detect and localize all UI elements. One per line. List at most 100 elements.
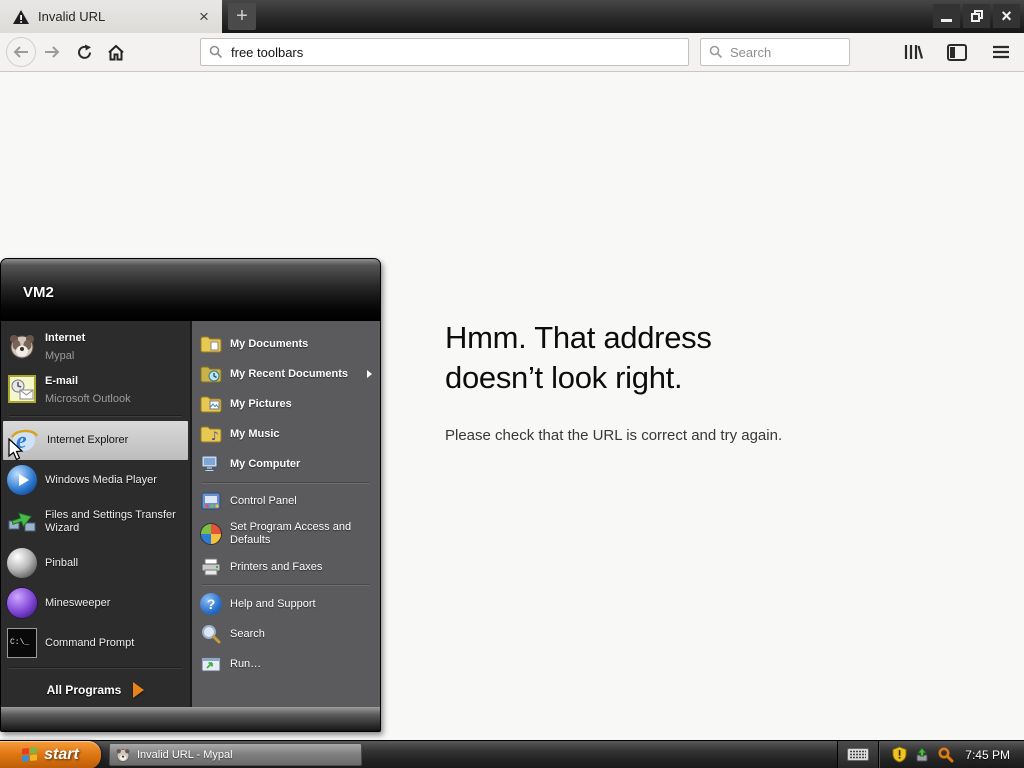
minimize-icon bbox=[941, 18, 952, 22]
safely-remove-hardware-icon[interactable] bbox=[914, 746, 930, 763]
back-button[interactable] bbox=[6, 37, 36, 67]
search-icon bbox=[709, 45, 723, 59]
minimize-button[interactable] bbox=[933, 4, 960, 28]
taskbar-clock: 7:45 PM bbox=[965, 747, 1010, 762]
command-prompt-icon: C:\_ bbox=[7, 627, 37, 658]
sidebar-icon bbox=[947, 43, 967, 61]
start-item-email[interactable]: E-mail Microsoft Outlook bbox=[1, 368, 190, 411]
taskbar: start Invalid URL - Mypal 7:45 PM bbox=[0, 740, 1024, 768]
start-item-transfer-wizard[interactable]: Files and Settings Transfer Wizard bbox=[1, 500, 190, 543]
system-tray: 7:45 PM bbox=[837, 740, 1024, 768]
restore-icon bbox=[970, 10, 983, 22]
mypal-icon bbox=[10, 335, 34, 359]
svg-text:♪: ♪ bbox=[211, 429, 219, 443]
warning-icon bbox=[13, 9, 29, 24]
hamburger-menu-icon bbox=[993, 45, 1009, 59]
separator bbox=[9, 414, 182, 417]
separator bbox=[202, 584, 370, 586]
minesweeper-icon bbox=[7, 587, 37, 618]
start-item-control-panel[interactable]: Control Panel bbox=[192, 487, 380, 515]
user-name: VM2 bbox=[23, 283, 54, 301]
url-input-value: free toolbars bbox=[231, 44, 304, 60]
start-item-command-prompt[interactable]: C:\_ Command Prompt bbox=[1, 623, 190, 663]
start-item-minesweeper[interactable]: Minesweeper bbox=[1, 583, 190, 623]
start-item-internet[interactable]: Internet Mypal bbox=[1, 325, 190, 368]
start-menu-places-column: My Documents My Recent Documents My Pict… bbox=[190, 321, 380, 707]
search-icon bbox=[209, 45, 223, 59]
close-button[interactable]: × bbox=[993, 4, 1020, 28]
restore-button[interactable] bbox=[963, 4, 990, 28]
home-button[interactable] bbox=[100, 36, 132, 68]
start-item-my-pictures[interactable]: My Pictures bbox=[192, 389, 380, 419]
taskbar-task-mypal[interactable]: Invalid URL - Mypal bbox=[109, 743, 362, 766]
url-bar[interactable]: free toolbars bbox=[200, 38, 689, 66]
library-button[interactable] bbox=[898, 36, 928, 68]
start-menu-pinned-column: Internet Mypal E-mail Microsoft Outlook bbox=[1, 321, 190, 707]
start-item-printers[interactable]: Printers and Faxes bbox=[192, 553, 380, 581]
start-menu-footer bbox=[1, 707, 380, 731]
library-icon bbox=[904, 45, 923, 59]
tab-close-icon[interactable]: × bbox=[194, 7, 214, 27]
back-arrow-icon bbox=[13, 46, 28, 58]
new-tab-button[interactable]: + bbox=[228, 3, 256, 30]
all-programs-arrow-icon bbox=[133, 681, 145, 698]
start-menu: VM2 Internet Mypal E-mail Microsoft Outl… bbox=[0, 258, 381, 732]
my-music-icon: ♪ bbox=[200, 426, 222, 443]
tray-search-icon[interactable] bbox=[937, 747, 954, 763]
browser-toolbar: free toolbars Search bbox=[0, 33, 1024, 72]
start-item-internet-explorer[interactable]: e Internet Explorer bbox=[3, 420, 188, 461]
mypal-icon bbox=[116, 748, 130, 762]
start-item-run[interactable]: Run… bbox=[192, 649, 380, 679]
media-player-icon bbox=[7, 465, 37, 496]
search-input[interactable]: Search bbox=[700, 38, 850, 66]
security-shield-icon[interactable] bbox=[892, 746, 907, 763]
my-pictures-icon bbox=[200, 396, 222, 413]
start-item-search[interactable]: Search bbox=[192, 619, 380, 649]
error-page-title: Hmm. That address doesn’t look right. bbox=[445, 320, 712, 395]
sidebar-button[interactable] bbox=[942, 36, 972, 68]
tab-title: Invalid URL bbox=[38, 9, 106, 24]
forward-arrow-icon bbox=[45, 46, 60, 58]
reload-button[interactable] bbox=[68, 36, 100, 68]
start-item-media-player[interactable]: Windows Media Player bbox=[1, 460, 190, 500]
pinball-icon bbox=[7, 548, 37, 579]
start-item-program-access[interactable]: Set Program Access and Defaults bbox=[192, 515, 380, 553]
all-programs-button[interactable]: All Programs bbox=[1, 673, 190, 707]
program-access-icon bbox=[200, 523, 222, 545]
start-item-pinball[interactable]: Pinball bbox=[1, 543, 190, 583]
transfer-wizard-icon bbox=[8, 512, 36, 532]
start-item-help[interactable]: ? Help and Support bbox=[192, 589, 380, 619]
search-placeholder: Search bbox=[730, 44, 772, 60]
desktop: Invalid URL × + × free toolbars Search H… bbox=[0, 0, 1024, 768]
recent-documents-icon bbox=[200, 366, 222, 383]
forward-button[interactable] bbox=[36, 36, 68, 68]
keyboard-icon bbox=[847, 748, 870, 761]
start-button[interactable]: start bbox=[0, 740, 101, 768]
start-item-recent-documents[interactable]: My Recent Documents bbox=[192, 359, 380, 389]
windows-logo-icon bbox=[22, 747, 38, 762]
home-icon bbox=[108, 44, 124, 60]
submenu-arrow-icon bbox=[367, 370, 372, 378]
language-bar[interactable] bbox=[837, 740, 880, 768]
run-icon bbox=[201, 657, 221, 672]
error-page-message: Please check that the URL is correct and… bbox=[445, 427, 783, 444]
close-icon: × bbox=[1001, 6, 1012, 26]
start-item-my-computer[interactable]: My Computer bbox=[192, 449, 380, 479]
my-computer-icon bbox=[201, 455, 218, 472]
my-documents-icon bbox=[200, 336, 222, 353]
separator bbox=[9, 666, 182, 669]
control-panel-icon bbox=[201, 492, 221, 510]
outlook-icon bbox=[8, 375, 36, 404]
start-menu-header: VM2 bbox=[1, 259, 380, 321]
browser-tab[interactable]: Invalid URL × bbox=[0, 0, 222, 33]
help-icon: ? bbox=[200, 593, 222, 615]
mouse-cursor bbox=[8, 438, 24, 461]
reload-icon bbox=[77, 44, 91, 59]
search-menu-icon bbox=[202, 625, 221, 644]
browser-title-bar: Invalid URL × + × bbox=[0, 0, 1024, 33]
menu-button[interactable] bbox=[986, 36, 1016, 68]
printers-icon bbox=[201, 558, 221, 576]
start-item-my-music[interactable]: ♪ My Music bbox=[192, 419, 380, 449]
start-item-my-documents[interactable]: My Documents bbox=[192, 329, 380, 359]
separator bbox=[202, 482, 370, 484]
